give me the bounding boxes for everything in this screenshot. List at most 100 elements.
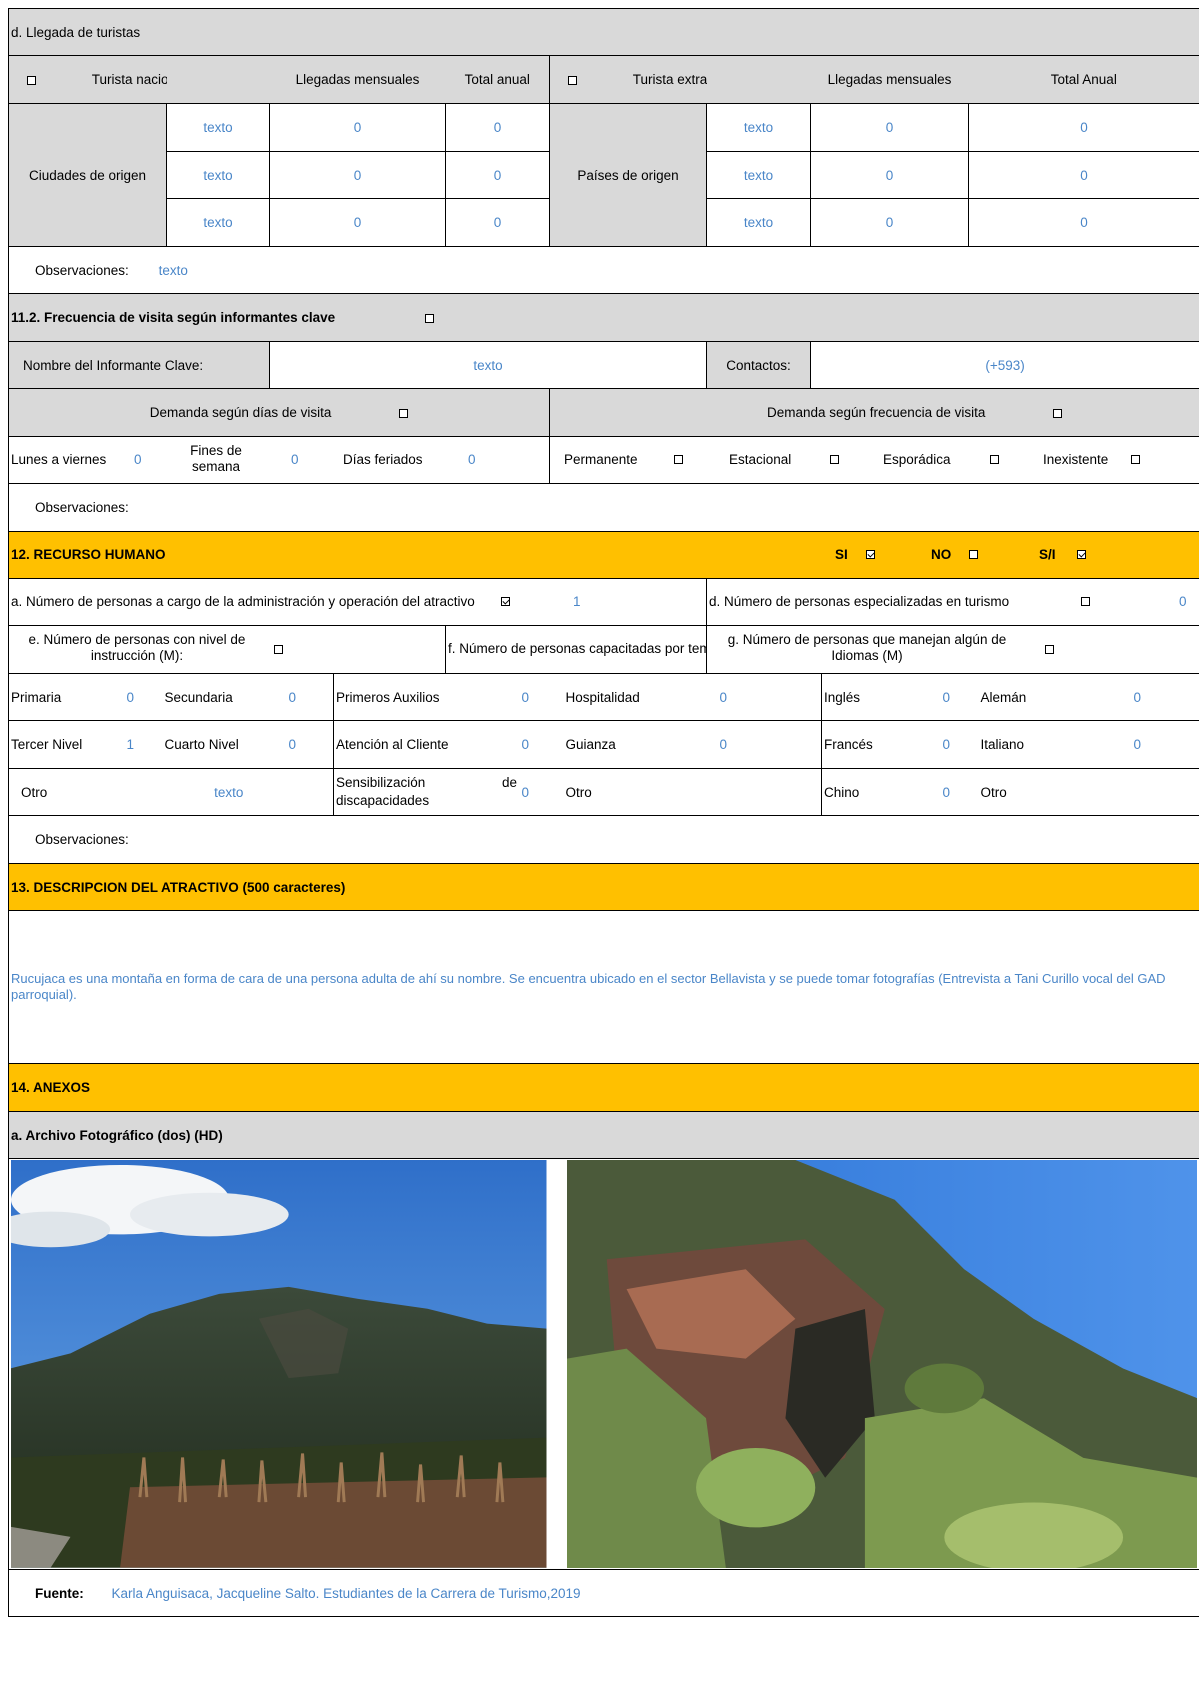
secundaria-value[interactable]: 0 [286, 673, 334, 721]
sn-checkbox[interactable] [1077, 550, 1086, 559]
instruccion-header-cell: e. Número de personas con nivel de instr… [8, 625, 446, 674]
si-checkbox[interactable] [866, 550, 875, 559]
photo-1-cell [8, 1158, 549, 1570]
llegada-observaciones-row: Observaciones: texto [8, 246, 1199, 294]
llegadas-mensuales-header: Llegadas mensuales [269, 55, 446, 104]
tercer-value[interactable]: 1 [124, 720, 163, 769]
ingles-value[interactable]: 0 [940, 673, 979, 721]
chino-value[interactable]: 0 [940, 768, 979, 816]
fuente-value: Karla Anguisaca, Jacqueline Salto. Estud… [111, 1585, 581, 1601]
archivo-fotografico-label: a. Archivo Fotográfico (dos) (HD) [8, 1111, 1199, 1159]
ciudad-3-anual[interactable]: 0 [445, 198, 550, 247]
recurso-observaciones-row: Observaciones: [8, 815, 1199, 864]
sensibilizacion-label-de: de [502, 775, 518, 790]
contactos-label: Contactos: [706, 341, 811, 389]
pais-1-anual[interactable]: 0 [967, 103, 1199, 152]
frances-label: Francés [821, 720, 941, 769]
frecuencia-observaciones-label: Observaciones: [35, 500, 129, 515]
sensibilizacion-label-a: Sensibilización [336, 775, 426, 790]
ciudad-1-mensual[interactable]: 0 [269, 103, 446, 152]
llegada-observaciones-label: Observaciones: [35, 262, 129, 278]
frances-value[interactable]: 0 [940, 720, 979, 769]
pais-3-anual[interactable]: 0 [967, 198, 1199, 247]
fines-value[interactable]: 0 [291, 452, 299, 467]
demanda-frecuencia-checkbox[interactable] [1053, 409, 1063, 418]
primeros-value[interactable]: 0 [519, 673, 564, 721]
lower-form: Observaciones: 13. DESCRIPCION DEL ATRAC… [8, 815, 1199, 1617]
nacional-header: Turista nacional [8, 55, 167, 104]
pais-1-mensual[interactable]: 0 [810, 103, 969, 152]
guianza-value[interactable]: 0 [717, 720, 822, 769]
otro-idioma-label: Otro [978, 768, 1132, 816]
admin-row-cell: a. Número de personas a cargo de la admi… [8, 578, 707, 626]
atencion-label: Atención al Cliente [333, 720, 520, 769]
descripcion-text[interactable]: Rucujaca es una montaña en forma de cara… [8, 910, 1199, 1064]
hospitalidad-value[interactable]: 0 [717, 673, 822, 721]
atencion-value[interactable]: 0 [519, 720, 564, 769]
recurso-title: 12. RECURSO HUMANO [11, 547, 166, 562]
primeros-label: Primeros Auxilios [333, 673, 520, 721]
sensibilizacion-value[interactable]: 0 [519, 768, 564, 816]
feriados-label: Días feriados [343, 452, 423, 467]
instruccion-label: e. Número de personas con nivel de instr… [28, 632, 246, 663]
form-sheet: d. Llegada de turistas Turista nacional … [8, 8, 1199, 1685]
inexistente-checkbox[interactable] [1131, 455, 1140, 464]
photo-mountain-landscape [11, 1160, 547, 1568]
esporadica-label: Esporádica [883, 452, 951, 467]
no-checkbox[interactable] [969, 550, 978, 559]
sensibilizacion-label-b: discapacidades [336, 793, 430, 808]
pais-2[interactable]: texto [706, 151, 811, 199]
frecuencia-title-row: 11.2. Frecuencia de visita según informa… [8, 293, 1199, 342]
italiano-value[interactable]: 0 [1131, 720, 1199, 769]
pais-3[interactable]: texto [706, 198, 811, 247]
ciudad-1-anual[interactable]: 0 [445, 103, 550, 152]
italiano-label: Italiano [978, 720, 1132, 769]
ciudad-2[interactable]: texto [166, 151, 270, 199]
cuarto-value[interactable]: 0 [286, 720, 334, 769]
aleman-value[interactable]: 0 [1131, 673, 1199, 721]
ciudad-3[interactable]: texto [166, 198, 270, 247]
admin-value[interactable]: 1 [573, 594, 581, 609]
primaria-label: Primaria [8, 673, 125, 721]
pais-2-mensual[interactable]: 0 [810, 151, 969, 199]
demanda-dias-checkbox[interactable] [399, 409, 409, 418]
ciudad-2-mensual[interactable]: 0 [269, 151, 446, 199]
permanente-checkbox[interactable] [674, 455, 683, 464]
primaria-value[interactable]: 0 [124, 673, 163, 721]
pais-2-anual[interactable]: 0 [967, 151, 1199, 199]
contactos-value[interactable]: (+593) [809, 341, 1199, 389]
si-label: SI [835, 547, 848, 562]
frecuencia-visita-cell: Permanente Estacional Esporádica Inexist… [548, 436, 1199, 484]
descripcion-title: 13. DESCRIPCION DEL ATRACTIVO (500 carac… [8, 863, 1199, 911]
chino-label: Chino [821, 768, 941, 816]
guianza-label: Guianza [563, 720, 718, 769]
llegada-observaciones-value[interactable]: texto [159, 263, 188, 278]
estacional-checkbox[interactable] [830, 455, 839, 464]
frecuencia-observaciones-row: Observaciones: [8, 483, 1199, 532]
photo-rock-face [566, 1159, 1198, 1569]
admin-checkbox[interactable] [501, 597, 510, 606]
lunes-value[interactable]: 0 [134, 452, 142, 467]
especializadas-value[interactable]: 0 [1179, 594, 1187, 609]
dias-visita-cell: Lunes a viernes 0 Fines de semana 0 Días… [8, 436, 550, 484]
pais-1[interactable]: texto [706, 103, 811, 152]
idiomas-checkbox[interactable] [1045, 645, 1054, 654]
ciudad-1[interactable]: texto [166, 103, 270, 152]
otro-instruccion-value[interactable]: texto [124, 768, 334, 816]
recurso-detail-table: Primaria 0 Secundaria 0 Primeros Auxilio… [8, 673, 1199, 816]
instruccion-checkbox[interactable] [274, 645, 283, 654]
ciudad-2-anual[interactable]: 0 [445, 151, 550, 199]
hospitalidad-label: Hospitalidad [563, 673, 718, 721]
especializadas-checkbox[interactable] [1081, 597, 1090, 606]
ciudad-3-mensual[interactable]: 0 [269, 198, 446, 247]
fines-label: Fines de semana [190, 443, 242, 474]
esporadica-checkbox[interactable] [990, 455, 999, 464]
fuente-row: Fuente: Karla Anguisaca, Jacqueline Salt… [8, 1569, 1199, 1617]
permanente-label: Permanente [564, 452, 638, 467]
feriados-value[interactable]: 0 [468, 452, 476, 467]
frecuencia-checkbox[interactable] [424, 314, 434, 323]
pais-3-mensual[interactable]: 0 [810, 198, 969, 247]
informante-value[interactable]: texto [269, 341, 707, 389]
nacional-checkbox[interactable] [27, 76, 36, 85]
extranjero-checkbox[interactable] [568, 76, 577, 85]
